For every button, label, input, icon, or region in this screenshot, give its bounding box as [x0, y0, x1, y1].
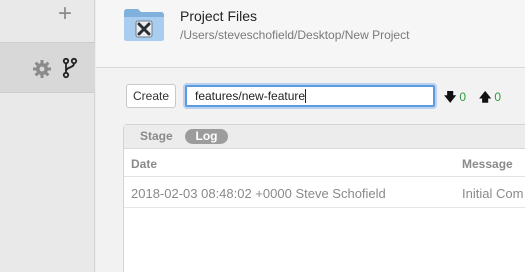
- plus-icon: +: [57, 0, 72, 27]
- table-header: Date Message: [124, 149, 525, 177]
- project-path: /Users/steveschofield/Desktop/New Projec…: [180, 28, 410, 42]
- add-project-button[interactable]: +: [52, 2, 78, 28]
- tab-stage[interactable]: Stage: [140, 129, 173, 143]
- behind-count: 0: [459, 90, 467, 104]
- project-title: Project Files: [180, 8, 258, 24]
- project-header: Project Files /Users/steveschofield/Desk…: [96, 0, 525, 68]
- table-row[interactable]: 2018-02-03 08:48:02 +0000 Steve Schofiel…: [124, 178, 525, 208]
- commit-message: Initial Com: [462, 186, 524, 201]
- main-area: Project Files /Users/steveschofield/Desk…: [96, 0, 525, 272]
- folder-icon: [124, 9, 164, 41]
- commit-date: 2018-02-03 08:48:02 +0000 Steve Schofiel…: [131, 186, 386, 201]
- ahead-indicator: 🡅 0: [479, 88, 501, 109]
- history-panel: Stage Log Date Message 2018-02-03 08:48:…: [123, 124, 525, 272]
- arrow-up-icon: 🡅: [479, 90, 492, 104]
- column-header-date[interactable]: Date: [131, 157, 157, 171]
- gear-icon[interactable]: [32, 59, 52, 79]
- sidebar: +: [0, 0, 95, 272]
- tab-log[interactable]: Log: [185, 129, 228, 144]
- git-branch-icon[interactable]: [62, 57, 78, 79]
- sidebar-item-project[interactable]: [0, 42, 95, 93]
- panel-tabbar: Stage Log: [124, 125, 525, 149]
- arrow-down-icon: 🡇: [444, 90, 457, 104]
- column-header-message[interactable]: Message: [462, 157, 513, 171]
- behind-indicator: 🡇 0: [444, 88, 466, 109]
- text-caret: [305, 89, 306, 103]
- branch-name-input[interactable]: [185, 85, 435, 107]
- create-branch-button[interactable]: Create: [126, 84, 176, 108]
- ahead-count: 0: [494, 90, 502, 104]
